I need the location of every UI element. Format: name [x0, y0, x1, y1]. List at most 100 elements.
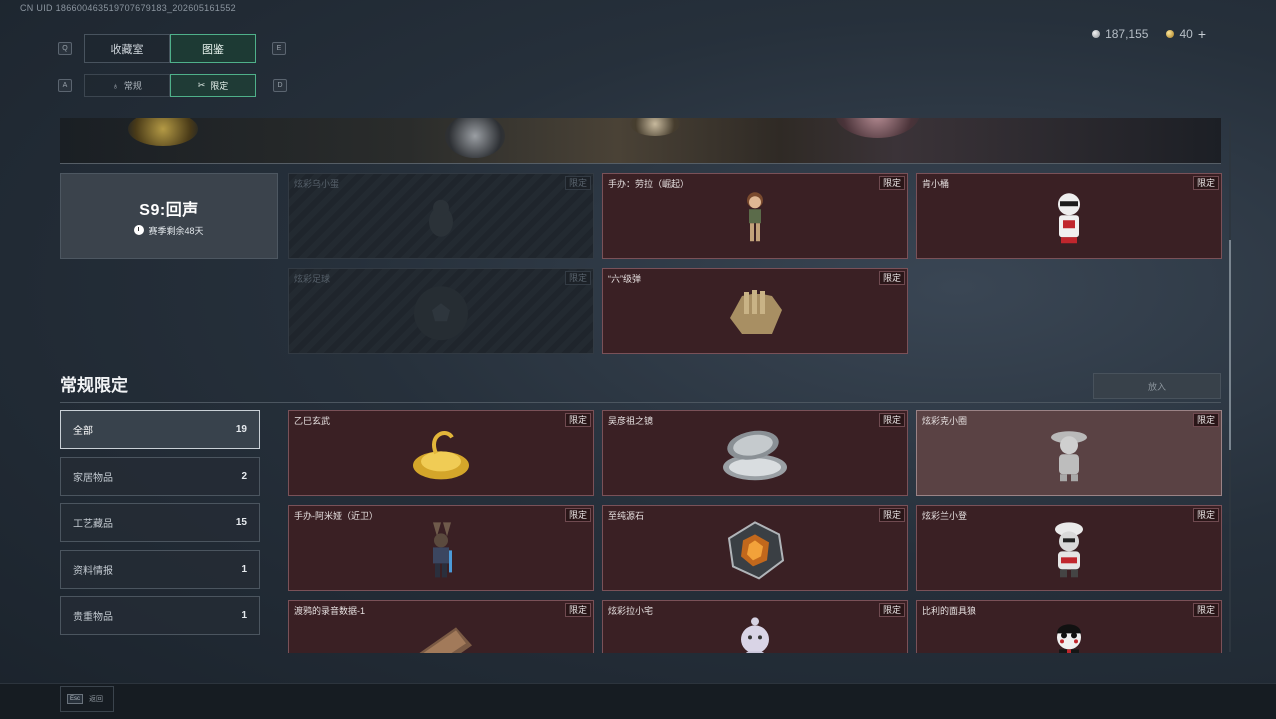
- football-icon: [414, 286, 468, 341]
- currency-bar: 187,155 40 +: [1092, 26, 1206, 42]
- card-name: 炫彩克小圈: [922, 416, 968, 426]
- add-currency-button[interactable]: +: [1198, 26, 1206, 42]
- tab-collection-room[interactable]: 收藏室: [84, 34, 170, 63]
- footer-bar: [0, 683, 1276, 719]
- category-count: 1: [241, 564, 247, 575]
- back-label: 返回: [89, 696, 104, 703]
- collection-card[interactable]: 炫彩克小圈 限定: [916, 410, 1222, 496]
- subtab-limited[interactable]: ✂ 限定: [170, 74, 256, 97]
- subtab-regular[interactable]: ♁ 常规: [84, 74, 170, 97]
- season-card[interactable]: S9:回声 赛季剩余48天: [60, 173, 278, 259]
- category-valuables[interactable]: 贵重物品 1: [60, 596, 260, 635]
- collection-card[interactable]: “六”级弹 限定: [602, 268, 908, 354]
- content-panel: S9:回声 赛季剩余48天 炫彩乌小蛋 限定 手办：劳拉（崛起） 限定 肯小桶 …: [0, 118, 1276, 653]
- limited-tag: 限定: [564, 176, 591, 190]
- compact-mirror-icon: [723, 430, 787, 481]
- limited-tag: 限定: [564, 508, 591, 522]
- card-name: 手办-阿米娅（近卫）: [294, 511, 378, 521]
- limited-tag: 限定: [564, 271, 591, 285]
- billy-puppet-icon: [1057, 624, 1081, 653]
- cowboy-figure-icon: [1051, 431, 1087, 482]
- limited-tag: 限定: [564, 603, 591, 617]
- limited-tag: 限定: [1192, 508, 1219, 522]
- collection-card[interactable]: 比利的面具狼 限定: [916, 600, 1222, 653]
- back-button[interactable]: Esc 返回: [60, 686, 114, 712]
- limited-tag: 限定: [878, 603, 905, 617]
- collection-card[interactable]: 肯小桶 限定: [916, 173, 1222, 259]
- tab-codex[interactable]: 图鉴: [170, 34, 256, 63]
- limited-icon: ✂: [197, 80, 206, 90]
- limited-tag: 限定: [564, 413, 591, 427]
- collection-card[interactable]: 手办：劳拉（崛起） 限定: [602, 173, 908, 259]
- clock-icon: [134, 225, 145, 235]
- limited-tag: 限定: [1192, 176, 1219, 190]
- user-uid: CN UID 18660046351970767918­3_2026051615…: [20, 3, 236, 13]
- main-tabs: 收藏室 图鉴: [84, 34, 256, 63]
- category-crafts[interactable]: 工艺藏品 15: [60, 503, 260, 542]
- card-name: 比利的面具狼: [922, 606, 977, 616]
- card-name: 至纯源石: [608, 511, 645, 521]
- card-name: 肯小桶: [922, 179, 950, 189]
- collection-card[interactable]: 吴彦祖之镜 限定: [602, 410, 908, 496]
- card-name: 炫彩乌小蛋: [294, 179, 340, 189]
- category-label: 贵重物品: [73, 612, 113, 623]
- category-count: 19: [235, 424, 247, 435]
- section-divider: [60, 402, 1221, 403]
- put-in-button[interactable]: 放入: [1093, 373, 1221, 399]
- subtab-limited-label: 限定: [210, 81, 229, 91]
- season-banner-image: [60, 118, 1221, 164]
- category-home-items[interactable]: 家居物品 2: [60, 457, 260, 496]
- amiya-figure-icon: [433, 522, 452, 578]
- card-name: 手办：劳拉（崛起）: [608, 179, 690, 189]
- ghost-figure-icon: [741, 617, 769, 653]
- gold-coin-icon: [1166, 30, 1175, 38]
- golden-turtle-icon: [413, 431, 469, 480]
- collection-card[interactable]: 渡鸦的录音数据-1 限定: [288, 600, 594, 653]
- card-name: 吴彦祖之镜: [608, 416, 654, 426]
- category-all[interactable]: 全部 19: [60, 410, 260, 449]
- category-label: 工艺藏品: [73, 519, 113, 530]
- card-name: “六”级弹: [608, 274, 641, 284]
- silver-amount: 187,155: [1105, 27, 1149, 41]
- originium-crystal-icon: [727, 521, 785, 580]
- category-intel[interactable]: 资料情报 1: [60, 550, 260, 589]
- card-name: 炫彩足球: [294, 274, 331, 284]
- esc-key-icon: Esc: [67, 694, 84, 704]
- section-title: 常规限定: [60, 376, 128, 395]
- ammo-hand-icon: [730, 290, 782, 334]
- lara-figure-icon: [747, 192, 763, 242]
- collection-card[interactable]: 炫彩足球 限定: [288, 268, 594, 354]
- cassette-recorder-icon: [419, 627, 472, 653]
- season-title: S9:回声: [139, 201, 199, 219]
- key-hint-a: A: [58, 79, 72, 92]
- limited-tag: 限定: [878, 508, 905, 522]
- category-count: 2: [241, 471, 247, 482]
- regular-icon: ♁: [112, 80, 119, 91]
- category-count: 15: [235, 517, 247, 528]
- chef-figure-icon: [1055, 522, 1083, 578]
- category-count: 1: [241, 610, 247, 621]
- season-remaining: 赛季剩余48天: [148, 225, 204, 236]
- category-label: 全部: [73, 426, 93, 437]
- card-name: 乙巳玄武: [294, 416, 331, 426]
- card-name: 炫彩兰小登: [922, 511, 968, 521]
- category-label: 家居物品: [73, 473, 113, 484]
- card-name: 渡鸦的录音数据-1: [294, 606, 366, 616]
- category-label: 资料情报: [73, 566, 113, 577]
- key-hint-q: Q: [58, 42, 72, 55]
- card-name: 炫彩拉小宅: [608, 606, 654, 616]
- collection-card[interactable]: 炫彩拉小宅 限定: [602, 600, 908, 653]
- key-hint-d: D: [273, 79, 287, 92]
- limited-tag: 限定: [1192, 413, 1219, 427]
- collection-card[interactable]: 手办-阿米娅（近卫） 限定: [288, 505, 594, 591]
- colonel-figure-icon: [1058, 193, 1080, 244]
- collection-card[interactable]: 炫彩乌小蛋 限定: [288, 173, 594, 259]
- collection-card[interactable]: 至纯源石 限定: [602, 505, 908, 591]
- limited-tag: 限定: [878, 413, 905, 427]
- collection-card[interactable]: 乙巳玄武 限定: [288, 410, 594, 496]
- sub-tabs: ♁ 常规 ✂ 限定: [84, 74, 256, 97]
- limited-tag: 限定: [1192, 603, 1219, 617]
- collection-card[interactable]: 炫彩兰小登 限定: [916, 505, 1222, 591]
- subtab-regular-label: 常规: [123, 81, 142, 91]
- scrollbar-thumb[interactable]: [1229, 240, 1231, 450]
